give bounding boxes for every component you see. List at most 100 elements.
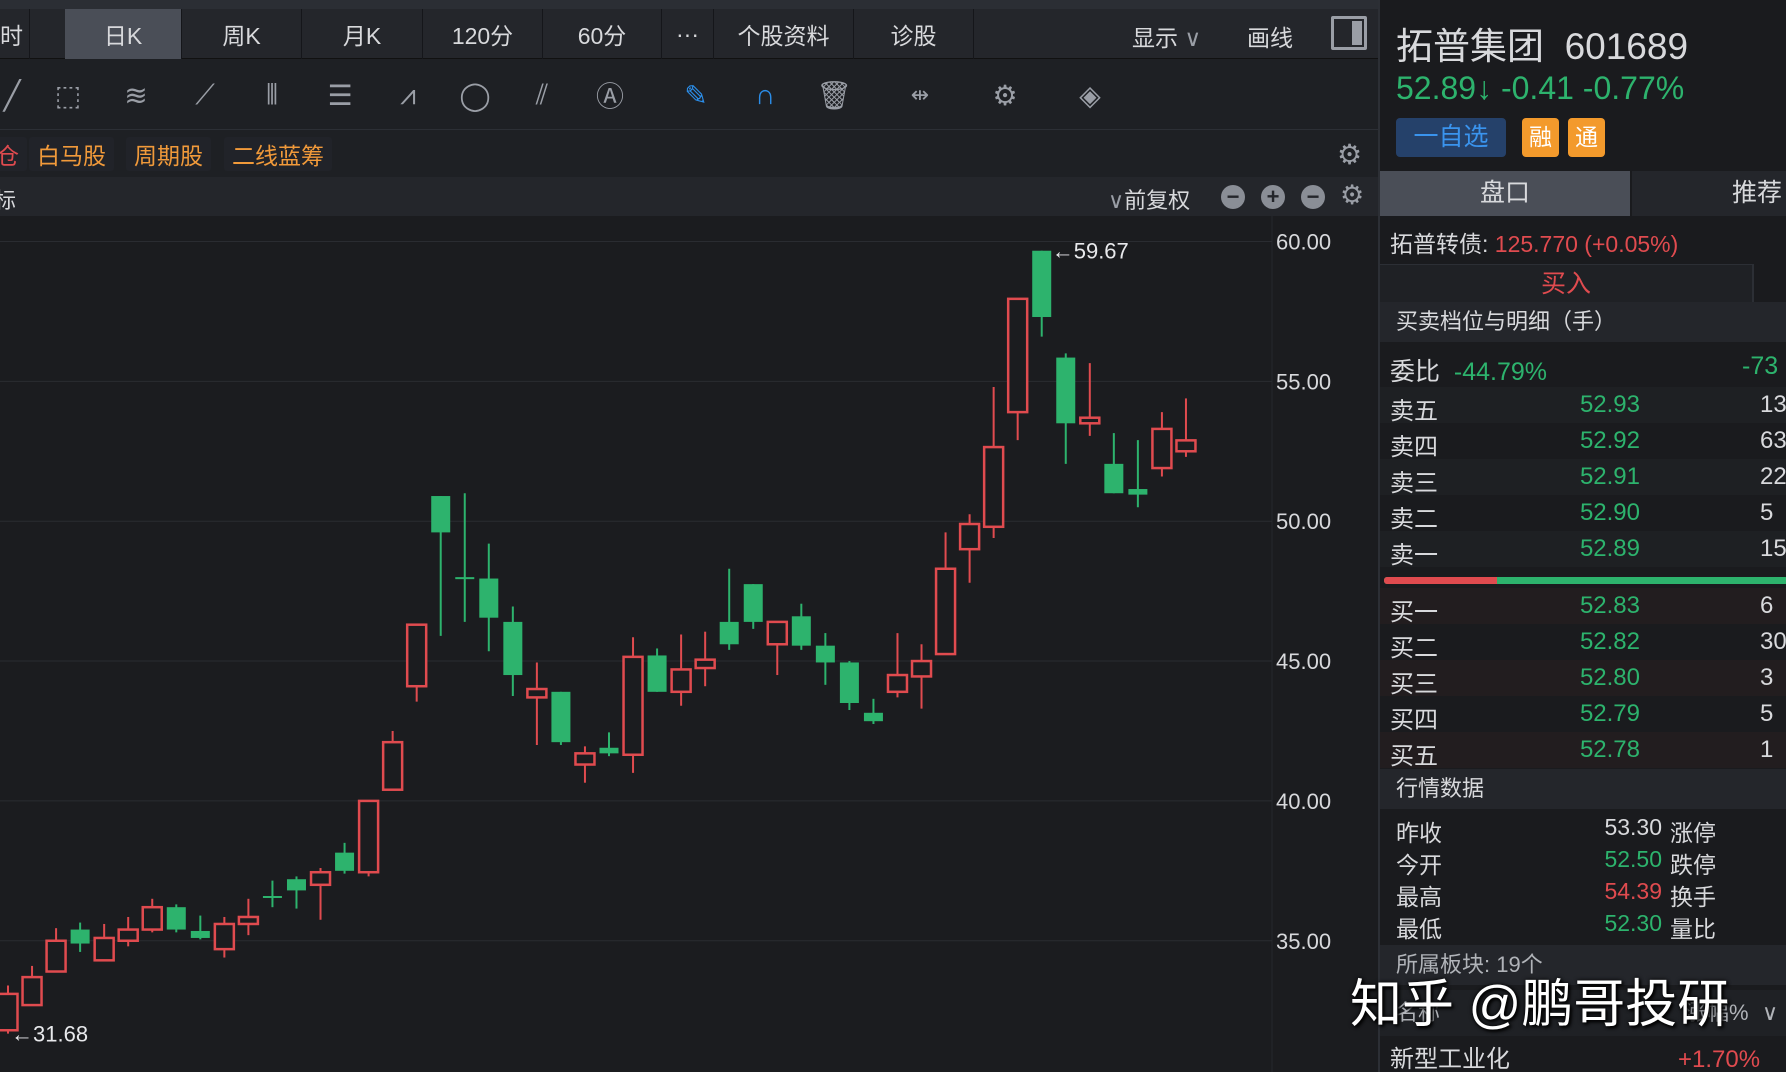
tab-weekly-k[interactable]: 周K — [182, 9, 302, 59]
candle[interactable] — [696, 632, 715, 687]
candle[interactable] — [1128, 440, 1147, 507]
tag-cyclical[interactable]: 周期股 — [126, 137, 211, 171]
circle-tool-icon[interactable]: ◯ — [455, 75, 495, 115]
zoom-out-icon[interactable]: − — [1221, 185, 1245, 209]
candle[interactable] — [1152, 412, 1171, 476]
candle[interactable] — [792, 604, 811, 650]
tag-settings-gear-icon[interactable]: ⚙ — [1337, 138, 1362, 171]
tab-daily-k[interactable]: 日K — [65, 9, 182, 59]
ask-row[interactable]: 卖五52.9313 — [1380, 387, 1786, 423]
tab-diagnosis[interactable]: 诊股 — [854, 9, 974, 59]
candle[interactable] — [527, 662, 546, 745]
candle[interactable] — [1008, 299, 1027, 440]
pen-icon[interactable]: ✎ — [676, 75, 716, 115]
candle[interactable] — [95, 924, 114, 960]
candle[interactable] — [23, 966, 42, 1005]
fibonacci-tool-icon[interactable]: ⫽ — [522, 75, 562, 115]
candle[interactable] — [167, 904, 186, 932]
ask-row[interactable]: 卖二52.905 — [1380, 495, 1786, 531]
tab-60min[interactable]: 60分 — [543, 9, 662, 59]
candlestick-chart[interactable]: 60.0055.0050.0045.0040.0035.00←59.67←31.… — [0, 216, 1378, 1072]
wave-tool-icon[interactable]: ⩘ — [388, 75, 428, 115]
candle[interactable] — [71, 923, 90, 952]
candle[interactable] — [263, 881, 282, 908]
bid-row[interactable]: 买一52.836 — [1380, 588, 1786, 624]
candle[interactable] — [1176, 398, 1195, 456]
candle[interactable] — [431, 496, 450, 636]
sort-chevron-icon[interactable]: ∨ — [1762, 990, 1778, 1036]
candle[interactable] — [215, 917, 234, 958]
candle[interactable] — [720, 569, 739, 650]
bid-row[interactable]: 买三52.803 — [1380, 660, 1786, 696]
candle[interactable] — [912, 644, 931, 708]
buy-button[interactable]: 买入 — [1380, 264, 1754, 302]
display-dropdown[interactable]: 显示 ∨ — [1132, 19, 1201, 53]
fan-tool-icon[interactable]: ≋ — [116, 75, 156, 115]
line-tool-icon[interactable]: ╱ — [0, 75, 32, 115]
candle[interactable] — [359, 801, 378, 877]
watchlist-button[interactable]: 一自选 — [1396, 118, 1506, 157]
candle[interactable] — [624, 637, 643, 773]
candle[interactable] — [600, 732, 619, 756]
gann-tool-icon[interactable]: ☰ — [320, 75, 360, 115]
candle[interactable] — [551, 692, 570, 745]
candle[interactable] — [455, 493, 474, 622]
candle[interactable] — [864, 699, 883, 724]
tag-blue-chip[interactable]: 白马股 — [29, 137, 114, 171]
candle[interactable] — [575, 746, 594, 782]
sector-row[interactable]: 新型工业化 +1.70% — [1380, 1040, 1786, 1072]
candle[interactable] — [744, 584, 763, 629]
tab-more[interactable]: ··· — [662, 9, 714, 59]
collapse-icon[interactable]: − — [1301, 185, 1325, 209]
candle[interactable] — [239, 899, 258, 935]
trash-icon[interactable]: 🗑 — [814, 75, 854, 115]
candle[interactable] — [1080, 363, 1099, 436]
candle[interactable] — [119, 917, 138, 946]
ask-row[interactable]: 卖一52.8915 — [1380, 531, 1786, 567]
bid-row[interactable]: 买五52.781 — [1380, 732, 1786, 768]
rectangle-tool-icon[interactable]: ⬚ — [48, 75, 88, 115]
tag-partial[interactable]: 仓 — [0, 137, 27, 171]
candle[interactable] — [648, 648, 667, 691]
tab-monthly-k[interactable]: 月K — [302, 9, 423, 59]
candle[interactable] — [1056, 353, 1075, 463]
candle[interactable] — [840, 661, 859, 710]
tab-recommend[interactable]: 推荐 — [1632, 171, 1786, 216]
candle[interactable] — [407, 625, 426, 702]
bid-row[interactable]: 买四52.795 — [1380, 696, 1786, 732]
candle[interactable] — [888, 633, 907, 697]
candle[interactable] — [143, 899, 162, 933]
draw-line-button[interactable]: 画线 — [1247, 19, 1293, 53]
candle[interactable] — [984, 387, 1003, 538]
tab-intraday[interactable]: 时 — [0, 9, 30, 59]
settings-gear-icon[interactable]: ⚙ — [985, 75, 1025, 115]
candle[interactable] — [503, 607, 522, 697]
candle[interactable] — [47, 928, 66, 971]
tab-120min[interactable]: 120分 — [423, 9, 543, 59]
segment-tool-icon[interactable]: ⟋ — [185, 75, 225, 115]
candle[interactable] — [311, 868, 330, 920]
candle[interactable] — [335, 843, 354, 874]
ask-row[interactable]: 卖四52.9263 — [1380, 423, 1786, 459]
ask-row[interactable]: 卖三52.9122 — [1380, 459, 1786, 495]
text-tool-icon[interactable]: Ⓐ — [590, 75, 630, 115]
candle[interactable] — [960, 514, 979, 583]
bid-row[interactable]: 买二52.8230 — [1380, 624, 1786, 660]
candle[interactable] — [816, 633, 835, 685]
layers-icon[interactable]: ◈ — [1070, 75, 1110, 115]
candle[interactable] — [191, 916, 210, 940]
candle[interactable] — [936, 532, 955, 654]
candle[interactable] — [1032, 251, 1051, 337]
chart-settings-gear-icon[interactable]: ⚙ — [1340, 180, 1364, 211]
candle[interactable] — [672, 634, 691, 705]
candle[interactable] — [768, 622, 787, 675]
zoom-in-icon[interactable]: + — [1261, 185, 1285, 209]
candle[interactable] — [383, 731, 402, 790]
convertible-bond-row[interactable]: 拓普转债: 125.770 (+0.05%) — [1390, 225, 1678, 259]
magnet-icon[interactable]: ∩ — [745, 75, 785, 115]
candle[interactable] — [479, 544, 498, 652]
adjust-dropdown[interactable]: ∨前复权 — [1108, 183, 1190, 215]
compress-icon[interactable]: ⇹ — [900, 75, 940, 115]
parallel-lines-icon[interactable]: ⦀ — [252, 75, 292, 115]
candle[interactable] — [1104, 433, 1123, 493]
